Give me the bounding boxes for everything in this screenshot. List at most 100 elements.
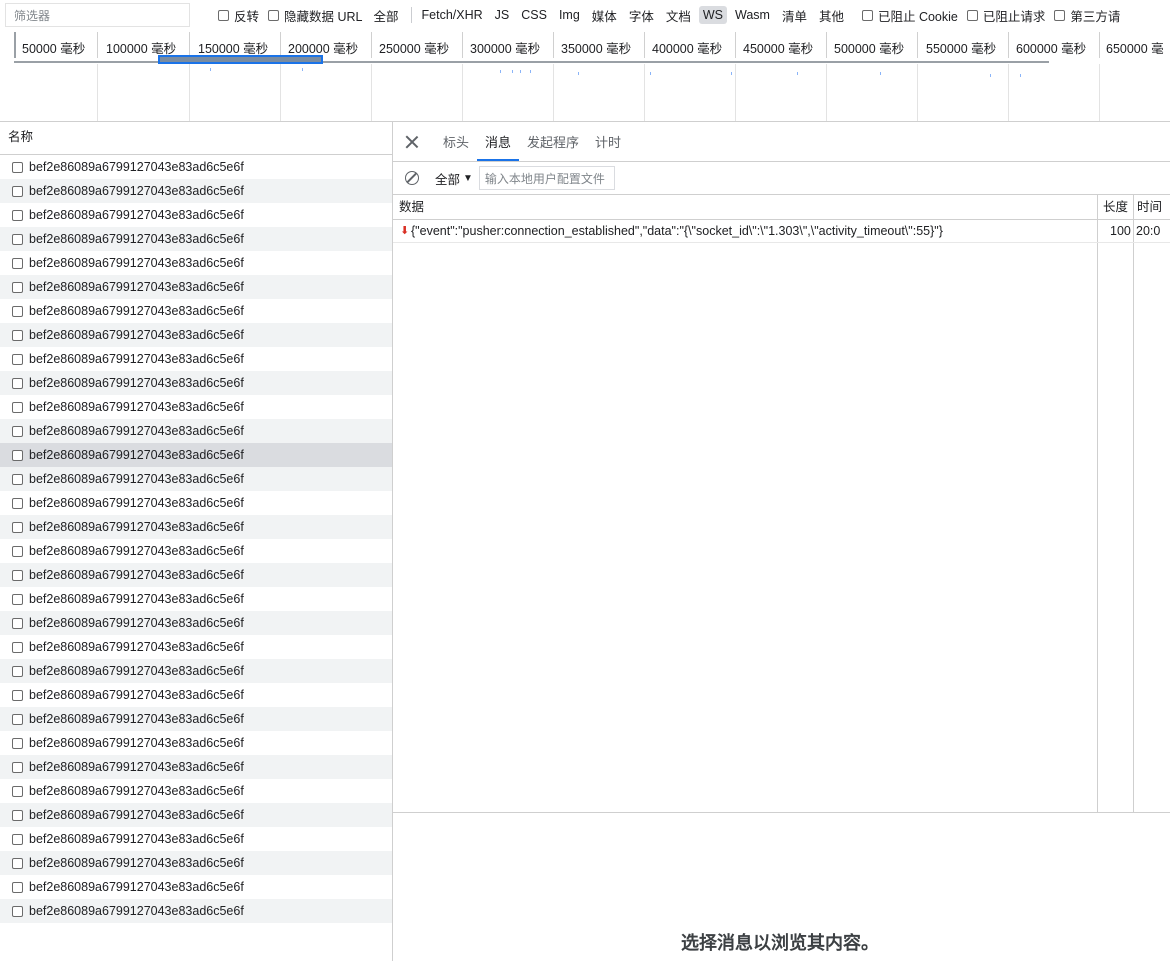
request-row[interactable]: bef2e86089a6799127043e83ad6c5e6f bbox=[0, 395, 392, 419]
tab-messages[interactable]: 消息 bbox=[477, 132, 520, 161]
request-row[interactable]: bef2e86089a6799127043e83ad6c5e6f bbox=[0, 323, 392, 347]
checkbox-icon[interactable] bbox=[12, 209, 23, 221]
request-row[interactable]: bef2e86089a6799127043e83ad6c5e6f bbox=[0, 515, 392, 539]
request-row[interactable]: bef2e86089a6799127043e83ad6c5e6f bbox=[0, 467, 392, 491]
checkbox-icon[interactable] bbox=[12, 761, 23, 773]
checkbox-icon[interactable] bbox=[12, 857, 23, 869]
request-row[interactable]: bef2e86089a6799127043e83ad6c5e6f bbox=[0, 731, 392, 755]
type-filter-ws[interactable]: WS bbox=[698, 6, 727, 24]
column-header-data[interactable]: 数据 bbox=[399, 195, 424, 219]
request-row[interactable]: bef2e86089a6799127043e83ad6c5e6f bbox=[0, 179, 392, 203]
type-filter-img[interactable]: Img bbox=[555, 6, 584, 24]
type-filter-all[interactable]: 全部 bbox=[370, 4, 403, 27]
message-search-input[interactable]: 输入本地用户配置文件 bbox=[478, 166, 615, 190]
checkbox-icon[interactable] bbox=[12, 281, 23, 293]
message-filter-dropdown[interactable]: 全部 ▼ bbox=[435, 169, 473, 188]
activity-mark bbox=[731, 72, 732, 75]
timeline-ruler[interactable]: 50000 毫秒 100000 毫秒 150000 毫秒 200000 毫秒 2… bbox=[0, 32, 1170, 58]
filter-input[interactable]: 筛选器 bbox=[5, 3, 190, 27]
request-row[interactable]: bef2e86089a6799127043e83ad6c5e6f bbox=[0, 659, 392, 683]
request-row[interactable]: bef2e86089a6799127043e83ad6c5e6f bbox=[0, 491, 392, 515]
column-header-length[interactable]: 长度 bbox=[1103, 195, 1128, 219]
tab-initiator[interactable]: 发起程序 bbox=[519, 132, 587, 161]
checkbox-icon[interactable] bbox=[12, 329, 23, 341]
type-filter-wasm[interactable]: Wasm bbox=[731, 6, 774, 24]
request-row[interactable]: bef2e86089a6799127043e83ad6c5e6f bbox=[0, 851, 392, 875]
type-filter-other[interactable]: 其他 bbox=[815, 4, 848, 27]
type-filter-fetch-xhr[interactable]: Fetch/XHR bbox=[418, 6, 487, 24]
request-row[interactable]: bef2e86089a6799127043e83ad6c5e6f bbox=[0, 683, 392, 707]
request-row[interactable]: bef2e86089a6799127043e83ad6c5e6f bbox=[0, 587, 392, 611]
checkbox-icon[interactable] bbox=[12, 161, 23, 173]
request-row[interactable]: bef2e86089a6799127043e83ad6c5e6f bbox=[0, 371, 392, 395]
request-row[interactable]: bef2e86089a6799127043e83ad6c5e6f bbox=[0, 347, 392, 371]
column-header-time[interactable]: 时间 bbox=[1137, 195, 1162, 219]
checkbox-icon[interactable] bbox=[12, 785, 23, 797]
clear-messages-icon[interactable] bbox=[405, 171, 419, 185]
third-party-checkbox[interactable]: 第三方请 bbox=[1054, 6, 1120, 25]
tab-timing[interactable]: 计时 bbox=[587, 132, 629, 161]
checkbox-icon[interactable] bbox=[12, 233, 23, 245]
request-row[interactable]: bef2e86089a6799127043e83ad6c5e6f bbox=[0, 275, 392, 299]
checkbox-icon[interactable] bbox=[12, 809, 23, 821]
request-row[interactable]: bef2e86089a6799127043e83ad6c5e6f bbox=[0, 203, 392, 227]
type-filter-doc[interactable]: 文档 bbox=[662, 4, 695, 27]
checkbox-icon[interactable] bbox=[12, 257, 23, 269]
checkbox-icon[interactable] bbox=[12, 401, 23, 413]
message-row[interactable]: ⬇ {"event":"pusher:connection_establishe… bbox=[393, 220, 1170, 243]
checkbox-icon[interactable] bbox=[12, 473, 23, 485]
checkbox-icon[interactable] bbox=[12, 905, 23, 917]
request-row[interactable]: bef2e86089a6799127043e83ad6c5e6f bbox=[0, 299, 392, 323]
type-filter-css[interactable]: CSS bbox=[517, 6, 551, 24]
type-filter-media[interactable]: 媒体 bbox=[588, 4, 621, 27]
name-column-header[interactable]: 名称 bbox=[0, 121, 392, 155]
request-row[interactable]: bef2e86089a6799127043e83ad6c5e6f bbox=[0, 803, 392, 827]
close-icon[interactable] bbox=[403, 132, 421, 152]
request-row[interactable]: bef2e86089a6799127043e83ad6c5e6f bbox=[0, 899, 392, 923]
checkbox-icon[interactable] bbox=[12, 425, 23, 437]
request-row[interactable]: bef2e86089a6799127043e83ad6c5e6f bbox=[0, 227, 392, 251]
checkbox-icon[interactable] bbox=[12, 713, 23, 725]
request-row[interactable]: bef2e86089a6799127043e83ad6c5e6f bbox=[0, 827, 392, 851]
blocked-cookies-checkbox[interactable]: 已阻止 Cookie bbox=[861, 6, 958, 25]
request-row[interactable]: bef2e86089a6799127043e83ad6c5e6f bbox=[0, 539, 392, 563]
blocked-requests-checkbox[interactable]: 已阻止请求 bbox=[966, 6, 1045, 25]
request-row[interactable]: bef2e86089a6799127043e83ad6c5e6f bbox=[0, 611, 392, 635]
tab-headers[interactable]: 标头 bbox=[435, 132, 477, 161]
checkbox-icon[interactable] bbox=[12, 689, 23, 701]
checkbox-icon[interactable] bbox=[12, 185, 23, 197]
checkbox-icon[interactable] bbox=[12, 617, 23, 629]
checkbox-icon[interactable] bbox=[12, 833, 23, 845]
request-name: bef2e86089a6799127043e83ad6c5e6f bbox=[29, 856, 244, 870]
type-filter-js[interactable]: JS bbox=[491, 6, 514, 24]
checkbox-icon[interactable] bbox=[12, 497, 23, 509]
hide-data-url-checkbox[interactable]: 隐藏数据 URL bbox=[268, 6, 363, 25]
invert-checkbox[interactable]: 反转 bbox=[218, 6, 259, 25]
tick bbox=[462, 32, 463, 58]
request-row[interactable]: bef2e86089a6799127043e83ad6c5e6f bbox=[0, 251, 392, 275]
checkbox-icon[interactable] bbox=[12, 737, 23, 749]
request-row[interactable]: bef2e86089a6799127043e83ad6c5e6f bbox=[0, 779, 392, 803]
checkbox-icon[interactable] bbox=[12, 641, 23, 653]
tick-label: 600000 毫秒 bbox=[1016, 42, 1087, 56]
request-row[interactable]: bef2e86089a6799127043e83ad6c5e6f bbox=[0, 707, 392, 731]
checkbox-icon[interactable] bbox=[12, 521, 23, 533]
checkbox-icon[interactable] bbox=[12, 545, 23, 557]
request-row[interactable]: bef2e86089a6799127043e83ad6c5e6f bbox=[0, 755, 392, 779]
request-row[interactable]: bef2e86089a6799127043e83ad6c5e6f bbox=[0, 635, 392, 659]
checkbox-icon[interactable] bbox=[12, 665, 23, 677]
request-row[interactable]: bef2e86089a6799127043e83ad6c5e6f bbox=[0, 563, 392, 587]
request-row[interactable]: bef2e86089a6799127043e83ad6c5e6f bbox=[0, 875, 392, 899]
request-row[interactable]: bef2e86089a6799127043e83ad6c5e6f bbox=[0, 443, 392, 467]
type-filter-manifest[interactable]: 清单 bbox=[778, 4, 811, 27]
type-filter-font[interactable]: 字体 bbox=[625, 4, 658, 27]
checkbox-icon[interactable] bbox=[12, 449, 23, 461]
checkbox-icon[interactable] bbox=[12, 881, 23, 893]
checkbox-icon[interactable] bbox=[12, 569, 23, 581]
request-row[interactable]: bef2e86089a6799127043e83ad6c5e6f bbox=[0, 419, 392, 443]
checkbox-icon[interactable] bbox=[12, 377, 23, 389]
checkbox-icon[interactable] bbox=[12, 353, 23, 365]
checkbox-icon[interactable] bbox=[12, 593, 23, 605]
request-row[interactable]: bef2e86089a6799127043e83ad6c5e6f bbox=[0, 155, 392, 179]
checkbox-icon[interactable] bbox=[12, 305, 23, 317]
